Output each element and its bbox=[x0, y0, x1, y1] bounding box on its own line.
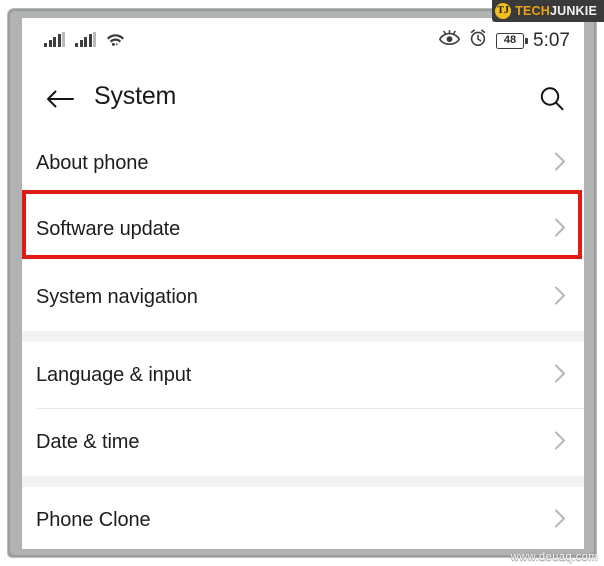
techjunkie-word-junkie: JUNKIE bbox=[549, 3, 597, 18]
group-separator bbox=[22, 331, 584, 342]
wifi-icon bbox=[106, 31, 125, 47]
list-item-label: About phone bbox=[36, 152, 149, 174]
list-item-phone-clone[interactable]: Phone Clone bbox=[22, 487, 584, 549]
list-item-date-time[interactable]: Date & time bbox=[22, 409, 584, 476]
settings-group: Language & input Date & time bbox=[22, 342, 584, 476]
list-item-label: Language & input bbox=[36, 364, 192, 386]
chevron-right-icon bbox=[554, 285, 566, 310]
chevron-right-icon bbox=[554, 363, 566, 388]
chevron-right-icon bbox=[554, 217, 566, 242]
screenshot-canvas: 48 5:07 System About phone Software upda… bbox=[0, 0, 604, 566]
chevron-right-icon bbox=[554, 508, 566, 533]
techjunkie-wordmark: TECHJUNKIE bbox=[515, 5, 597, 18]
chevron-right-icon bbox=[554, 151, 566, 176]
app-bar: System bbox=[22, 66, 584, 132]
search-icon bbox=[540, 87, 564, 111]
chevron-right-icon bbox=[554, 430, 566, 455]
status-bar-left-icons bbox=[44, 31, 125, 47]
status-bar-right-icons: 48 5:07 bbox=[438, 29, 570, 52]
cellular-signal-icon bbox=[44, 32, 65, 47]
list-item-language-input[interactable]: Language & input bbox=[22, 342, 584, 409]
phone-screen: 48 5:07 System About phone Software upda… bbox=[22, 18, 584, 549]
techjunkie-mark-icon: TJ bbox=[495, 3, 512, 19]
techjunkie-logo: TJ TECHJUNKIE bbox=[492, 0, 604, 22]
back-button[interactable] bbox=[40, 80, 78, 118]
list-item-software-update[interactable]: Software update bbox=[22, 195, 584, 264]
back-arrow-icon bbox=[47, 90, 74, 108]
cellular-signal-icon bbox=[75, 32, 96, 47]
settings-list: About phone Software update System navig… bbox=[22, 132, 584, 549]
list-item-system-navigation[interactable]: System navigation bbox=[22, 264, 584, 331]
site-watermark: www.deuaq.com bbox=[510, 551, 598, 563]
settings-group: About phone Software update System navig… bbox=[22, 132, 584, 331]
alarm-clock-icon bbox=[469, 29, 487, 52]
status-bar-clock: 5:07 bbox=[533, 29, 570, 51]
group-separator bbox=[22, 476, 584, 487]
battery-level-label: 48 bbox=[503, 34, 517, 46]
list-item-label: Software update bbox=[36, 218, 181, 240]
techjunkie-word-tech: TECH bbox=[515, 3, 550, 18]
battery-indicator: 48 bbox=[496, 32, 528, 49]
settings-group: Phone Clone bbox=[22, 487, 584, 549]
page-title: System bbox=[94, 82, 177, 110]
search-button[interactable] bbox=[532, 79, 572, 119]
list-item-label: System navigation bbox=[36, 286, 198, 308]
list-item-about-phone[interactable]: About phone bbox=[22, 132, 584, 195]
list-item-label: Date & time bbox=[36, 431, 140, 453]
list-item-label: Phone Clone bbox=[36, 509, 151, 531]
status-bar: 48 5:07 bbox=[22, 18, 584, 66]
eye-comfort-icon bbox=[438, 29, 461, 51]
